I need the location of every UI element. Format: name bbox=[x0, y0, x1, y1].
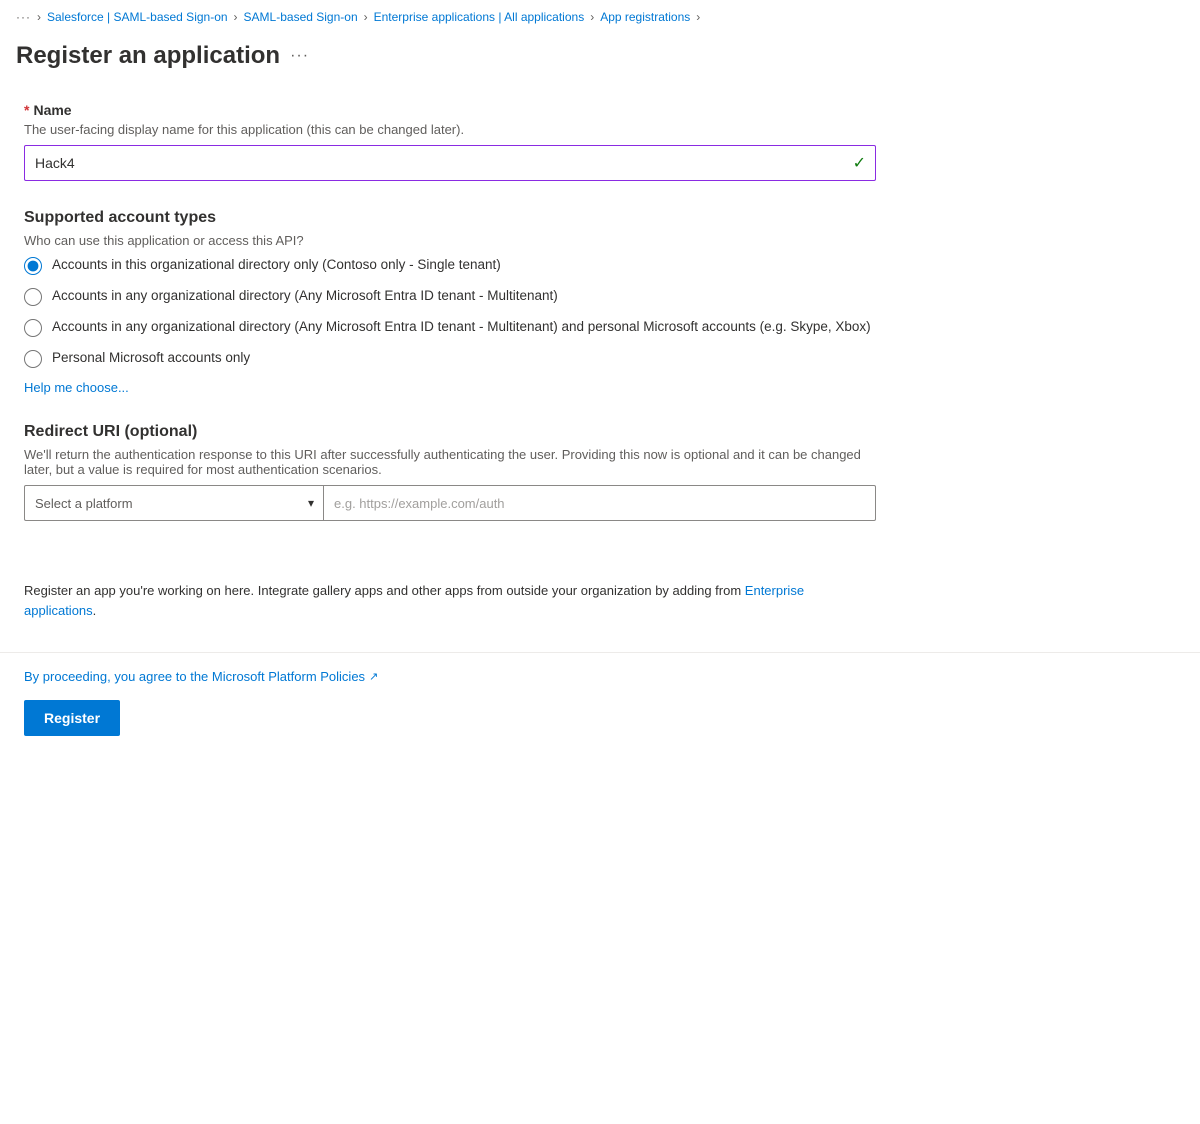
checkmark-icon: ✓ bbox=[853, 153, 866, 173]
radio-option-4[interactable]: Personal Microsoft accounts only bbox=[24, 349, 876, 368]
breadcrumb-item-2[interactable]: Enterprise applications | All applicatio… bbox=[374, 10, 585, 24]
external-link-icon: ↗ bbox=[369, 670, 378, 683]
breadcrumb-item-0[interactable]: Salesforce | SAML-based Sign-on bbox=[47, 10, 228, 24]
account-types-radio-group: Accounts in this organizational director… bbox=[24, 256, 876, 368]
name-input-wrapper: ✓ bbox=[24, 145, 876, 181]
register-button[interactable]: Register bbox=[24, 700, 120, 736]
radio-option-2[interactable]: Accounts in any organizational directory… bbox=[24, 287, 876, 306]
radio-input-3[interactable] bbox=[24, 319, 42, 337]
required-star: * bbox=[24, 102, 29, 118]
breadcrumb-sep-1: › bbox=[234, 10, 238, 24]
page-title: Register an application bbox=[16, 42, 280, 70]
policy-link-text: By proceeding, you agree to the Microsof… bbox=[24, 669, 365, 684]
platform-select[interactable]: Select a platform Web Single-page applic… bbox=[24, 485, 324, 521]
account-types-section: Supported account types Who can use this… bbox=[24, 209, 876, 395]
page-header: Register an application ··· bbox=[0, 34, 1200, 86]
breadcrumb-item-3[interactable]: App registrations bbox=[600, 10, 690, 24]
radio-input-4[interactable] bbox=[24, 350, 42, 368]
name-field-label: *Name bbox=[24, 102, 876, 118]
radio-label-4: Personal Microsoft accounts only bbox=[52, 349, 250, 368]
breadcrumb-sep-4: › bbox=[696, 10, 700, 24]
main-content: *Name The user-facing display name for t… bbox=[0, 86, 900, 636]
breadcrumb-sep-0: › bbox=[37, 10, 41, 24]
radio-option-3[interactable]: Accounts in any organizational directory… bbox=[24, 318, 876, 337]
breadcrumb-sep-2: › bbox=[364, 10, 368, 24]
breadcrumb-item-1[interactable]: SAML-based Sign-on bbox=[244, 10, 358, 24]
help-me-choose-link[interactable]: Help me choose... bbox=[24, 380, 129, 395]
breadcrumb: ··· › Salesforce | SAML-based Sign-on › … bbox=[0, 0, 1200, 34]
bottom-note: Register an app you're working on here. … bbox=[24, 581, 876, 620]
name-section: *Name The user-facing display name for t… bbox=[24, 102, 876, 181]
footer: By proceeding, you agree to the Microsof… bbox=[0, 652, 1200, 752]
platform-select-wrapper: Select a platform Web Single-page applic… bbox=[24, 485, 324, 521]
radio-input-1[interactable] bbox=[24, 257, 42, 275]
name-input[interactable] bbox=[24, 145, 876, 181]
account-types-heading: Supported account types bbox=[24, 209, 876, 227]
redirect-uri-input[interactable] bbox=[324, 485, 876, 521]
policy-link[interactable]: By proceeding, you agree to the Microsof… bbox=[24, 669, 1176, 684]
radio-label-2: Accounts in any organizational directory… bbox=[52, 287, 558, 306]
radio-option-1[interactable]: Accounts in this organizational director… bbox=[24, 256, 876, 275]
redirect-uri-section: Redirect URI (optional) We'll return the… bbox=[24, 423, 876, 521]
bottom-note-text-after: . bbox=[93, 603, 97, 618]
radio-input-2[interactable] bbox=[24, 288, 42, 306]
redirect-uri-description: We'll return the authentication response… bbox=[24, 447, 876, 477]
account-types-description: Who can use this application or access t… bbox=[24, 233, 876, 248]
name-field-description: The user-facing display name for this ap… bbox=[24, 122, 876, 137]
redirect-uri-row: Select a platform Web Single-page applic… bbox=[24, 485, 876, 521]
radio-label-1: Accounts in this organizational director… bbox=[52, 256, 501, 275]
breadcrumb-sep-3: › bbox=[590, 10, 594, 24]
breadcrumb-dots[interactable]: ··· bbox=[16, 10, 31, 24]
redirect-uri-heading: Redirect URI (optional) bbox=[24, 423, 876, 441]
page-more-options[interactable]: ··· bbox=[290, 47, 309, 65]
radio-label-3: Accounts in any organizational directory… bbox=[52, 318, 871, 337]
bottom-note-text-before: Register an app you're working on here. … bbox=[24, 583, 745, 598]
